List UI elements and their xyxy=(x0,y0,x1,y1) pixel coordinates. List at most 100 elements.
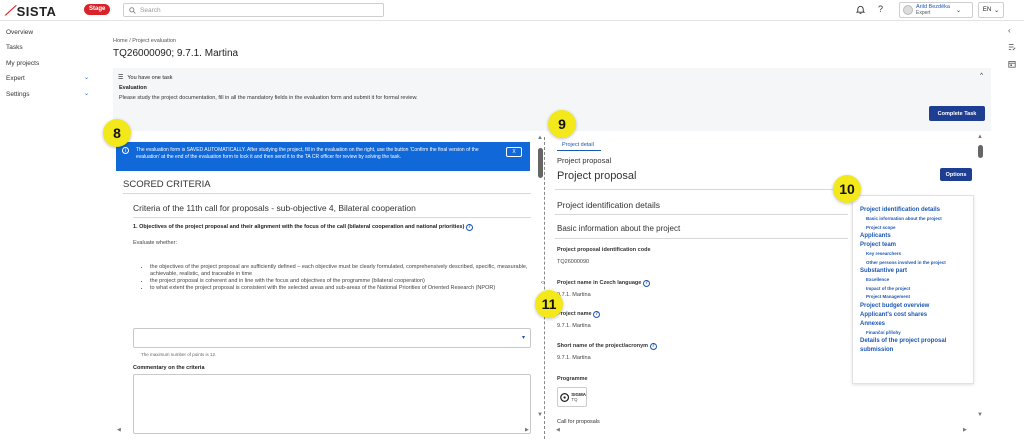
toc-subitem[interactable]: Other persons involved in the project xyxy=(860,259,967,268)
field-label: Short name of the project/acronym ? xyxy=(557,343,657,350)
complete-task-button[interactable]: Complete Task xyxy=(929,106,985,121)
chevron-up-icon[interactable]: ^ xyxy=(980,73,983,79)
sidebar-item-my-projects[interactable]: My projects xyxy=(6,60,39,67)
divider xyxy=(555,189,848,190)
callout-badge: 8 xyxy=(103,119,131,147)
autosave-banner: i The evaluation form is SAVED AUTOMATIC… xyxy=(116,142,530,171)
scroll-up-icon[interactable]: ▲ xyxy=(977,134,983,140)
field-label-text: Project name in Czech language xyxy=(557,280,642,286)
toc-subitem[interactable]: Excellence xyxy=(860,276,967,285)
list-edit-icon[interactable] xyxy=(1008,43,1016,53)
user-menu[interactable]: Arild Bezděka Expert ⌄ xyxy=(899,2,973,18)
criteria-title: Criteria of the 11th call for proposals … xyxy=(133,203,416,213)
help-icon[interactable]: ? xyxy=(593,311,601,318)
scroll-up-icon[interactable]: ▲ xyxy=(537,135,543,141)
field-value: TQ26000090 xyxy=(557,259,590,265)
sidebar-item-overview[interactable]: Overview xyxy=(6,29,33,36)
search-icon xyxy=(129,6,136,14)
logo-mark-icon: ⟋ xyxy=(5,3,15,18)
sidebar-item-settings[interactable]: Settings xyxy=(6,91,30,98)
avatar xyxy=(903,5,913,15)
scrollbar-thumb[interactable] xyxy=(538,148,543,178)
commentary-textarea[interactable] xyxy=(133,374,531,434)
options-button[interactable]: Options xyxy=(940,168,972,181)
scroll-left-icon[interactable]: ◀ xyxy=(556,427,560,433)
search-input[interactable]: Search xyxy=(123,3,384,17)
task-name: Evaluation xyxy=(119,85,147,91)
language-value: EN xyxy=(982,7,992,13)
list-item: the objectives of the project proposal a… xyxy=(150,264,530,278)
programme-code: TQ xyxy=(571,397,578,402)
sidebar-item-label: Settings xyxy=(6,91,30,98)
sidebar-item-label: Expert xyxy=(6,75,25,82)
toc-subitem[interactable]: Finanční přílohy xyxy=(860,329,967,338)
question-text: 1. Objectives of the project proposal an… xyxy=(133,224,465,230)
dropdown-arrow-icon: ▾ xyxy=(521,335,525,341)
toc-subitem[interactable]: Basic information about the project xyxy=(860,215,967,224)
toc-item[interactable]: Applicants xyxy=(860,232,967,241)
callout-badge: 11 xyxy=(535,290,563,318)
detail-title: Project proposal xyxy=(557,170,637,182)
criteria-list: the objectives of the project proposal a… xyxy=(150,264,530,292)
notification-bell-icon[interactable] xyxy=(855,5,866,16)
scroll-down-icon[interactable]: ▼ xyxy=(537,412,543,418)
field-label: Programme xyxy=(557,376,588,382)
section-heading: Basic information about the project xyxy=(557,224,681,233)
calendar-icon[interactable] xyxy=(1008,60,1016,70)
split-divider[interactable] xyxy=(544,137,545,439)
field-label: Project proposal identification code xyxy=(557,247,651,253)
toc-item[interactable]: Project budget overview xyxy=(860,302,967,311)
divider xyxy=(133,217,531,218)
help-icon[interactable]: ? xyxy=(878,4,883,14)
detail-subtitle: Project proposal xyxy=(557,156,612,165)
toc-subitem[interactable]: Project scope xyxy=(860,224,967,233)
help-icon[interactable]: ? xyxy=(642,280,650,287)
callout-badge: 10 xyxy=(833,175,861,203)
active-tab-indicator xyxy=(557,150,601,151)
sidebar-item-tasks[interactable]: Tasks xyxy=(6,44,23,51)
points-select[interactable]: ▾ xyxy=(133,328,531,348)
breadcrumb[interactable]: Home / Project evaluation xyxy=(113,38,176,44)
search-placeholder: Search xyxy=(140,6,161,14)
task-header[interactable]: ☰ You have one task xyxy=(118,74,173,82)
sidebar-item-label: Overview xyxy=(6,29,34,36)
chevron-down-icon[interactable]: ⌄ xyxy=(84,90,89,97)
task-header-label: You have one task xyxy=(127,74,173,81)
toc-item[interactable]: Annexes xyxy=(860,320,967,329)
toc-item[interactable]: Substantive part xyxy=(860,267,967,276)
field-value: 9.7.1. Martina xyxy=(557,355,591,361)
scroll-left-icon[interactable]: ◀ xyxy=(117,427,121,433)
field-label: Project name in Czech language ? xyxy=(557,280,650,287)
toc-item[interactable]: Project identification details xyxy=(860,206,967,215)
sista-logo[interactable]: ⟋ SISTA xyxy=(5,3,56,19)
toc-item[interactable]: Applicant's cost shares xyxy=(860,311,967,320)
list-item: the project proposal is coherent and in … xyxy=(150,278,530,285)
sidebar-item-expert[interactable]: Expert xyxy=(6,75,25,82)
scrollbar-thumb[interactable] xyxy=(978,145,983,158)
commentary-label: Commentary on the criteria xyxy=(133,365,205,371)
collapse-panel-icon[interactable]: ‹ xyxy=(1008,26,1011,35)
toc-subitem[interactable]: Impact of the project xyxy=(860,285,967,294)
scroll-down-icon[interactable]: ▼ xyxy=(977,412,983,418)
task-list-icon: ☰ xyxy=(118,75,124,81)
help-icon[interactable]: ? xyxy=(649,343,657,350)
scroll-right-icon[interactable]: ▶ xyxy=(963,427,967,433)
close-banner-button[interactable]: X xyxy=(506,147,522,157)
tab-project-detail[interactable]: Project detail xyxy=(562,142,594,148)
chevron-down-icon[interactable]: ⌄ xyxy=(84,74,89,81)
toc-subitem[interactable]: Project Management xyxy=(860,293,967,302)
language-select[interactable]: EN ⌄ xyxy=(978,2,1004,18)
info-icon: i xyxy=(122,147,129,154)
callout-badge: 9 xyxy=(548,110,576,138)
help-icon[interactable]: ? xyxy=(465,224,473,231)
toc-item[interactable]: Details of the project proposal submissi… xyxy=(860,337,967,355)
toc-item[interactable]: Project team xyxy=(860,241,967,250)
resize-handle-icon[interactable]: ‹› xyxy=(541,280,545,286)
toc-subitem[interactable]: Key researchers xyxy=(860,250,967,259)
scroll-right-icon[interactable]: ▶ xyxy=(525,427,529,433)
divider xyxy=(123,193,531,194)
points-hint: The maximum number of points is 12. xyxy=(141,352,217,357)
logo-text: SISTA xyxy=(16,3,57,19)
field-label: Call for proposals xyxy=(557,419,600,425)
page-title: TQ26000090; 9.7.1. Martina xyxy=(113,48,239,59)
